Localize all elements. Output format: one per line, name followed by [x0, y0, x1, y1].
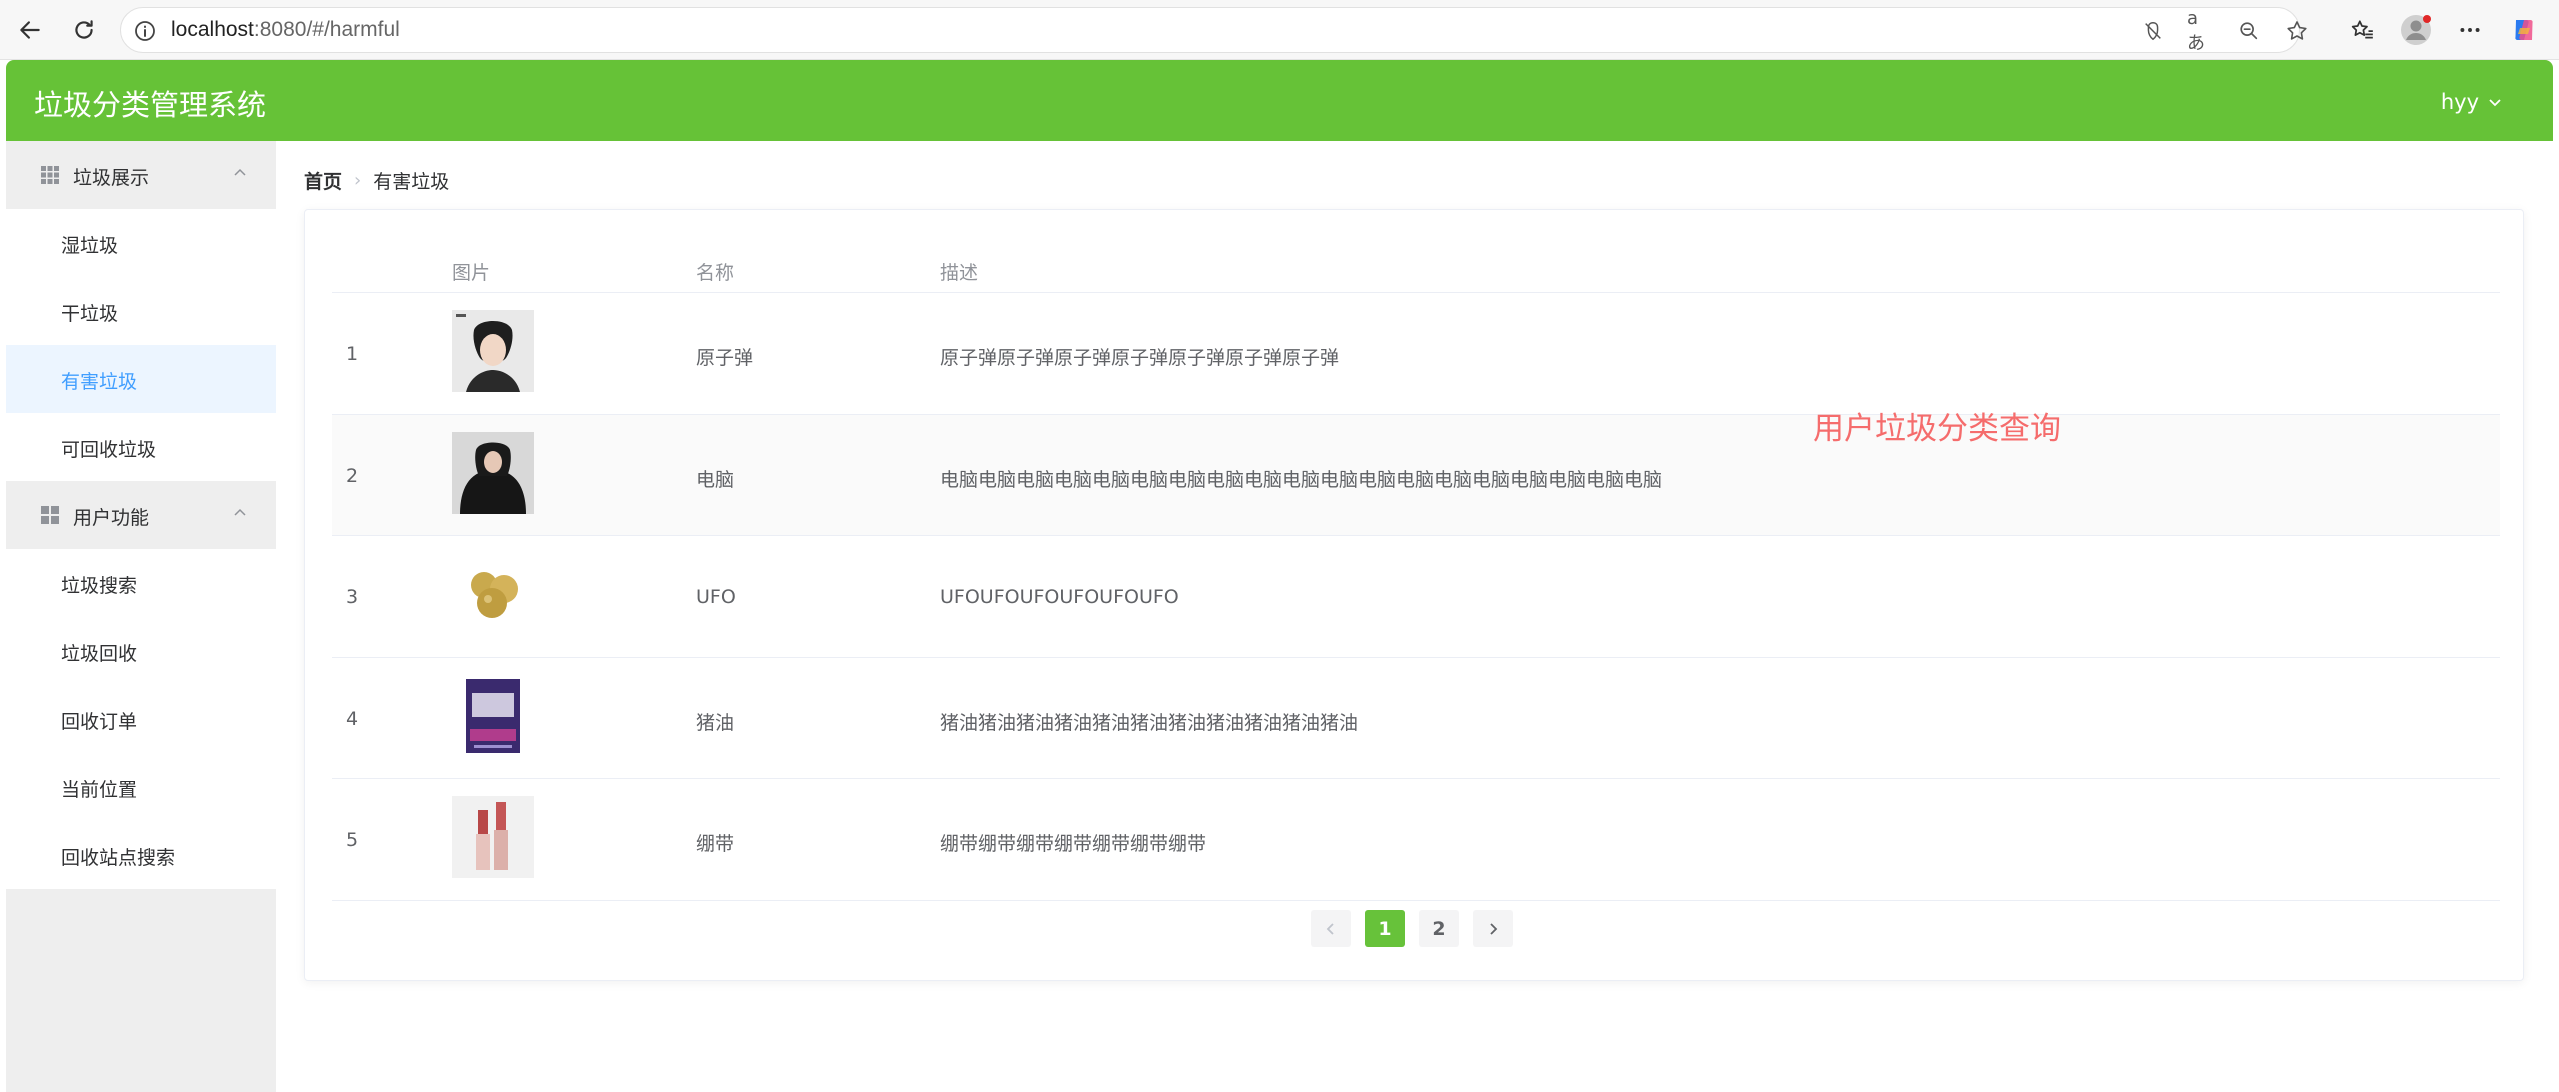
dashboard-icon — [41, 506, 59, 524]
row-index: 1 — [346, 343, 359, 365]
table-row[interactable]: 1 原子弹 原子弹原子弹原子弹原子弹原子弹原子弹原子弹 — [332, 293, 2500, 415]
favorites-icon[interactable] — [2342, 10, 2382, 50]
table-row[interactable]: 3 UFO UFOUFOUFOUFOUFOUFO — [332, 536, 2500, 658]
zoom-out-icon[interactable] — [2235, 17, 2263, 45]
sidebar-item-garbage-search[interactable]: 垃圾搜索 — [6, 549, 276, 617]
row-index: 5 — [346, 829, 359, 851]
row-index: 4 — [346, 707, 359, 730]
sidebar-item-label: 可回收垃圾 — [61, 439, 157, 461]
breadcrumb-separator-icon: › — [354, 170, 362, 191]
page-button-1[interactable]: 1 — [1365, 910, 1405, 947]
sidebar-item-station-search[interactable]: 回收站点搜索 — [6, 821, 276, 889]
table-row[interactable]: 5 绷带 绷带绷带绷带绷带绷带绷带绷带 — [332, 779, 2500, 901]
grid-menu-icon — [41, 166, 59, 184]
reload-icon — [75, 20, 93, 39]
table-header: 图片 名称 描述 — [332, 230, 2500, 293]
annotation-label: 用户垃圾分类查询 — [1813, 411, 2061, 447]
row-index: 3 — [346, 586, 359, 608]
portrait-thumbnail-image — [452, 310, 534, 392]
chevron-down-icon — [2489, 99, 2501, 107]
app-title: 垃圾分类管理系统 — [34, 88, 267, 122]
prev-page-button[interactable] — [1311, 910, 1351, 947]
breadcrumb: 首页 › 有害垃圾 — [304, 167, 449, 194]
sidebar-item-label: 垃圾搜索 — [61, 575, 138, 597]
row-name: 电脑 — [696, 468, 735, 491]
row-description: UFOUFOUFOUFOUFOUFO — [940, 586, 1179, 608]
sidebar-item-label: 当前位置 — [61, 779, 138, 801]
table-row[interactable]: 4 猪油 猪油猪油猪油猪油猪油猪油猪油猪油猪油猪油猪油 — [332, 658, 2500, 779]
read-aloud-icon[interactable]: aあ — [2187, 8, 2215, 54]
favorite-star-icon[interactable] — [2283, 17, 2311, 45]
chevron-up-icon — [234, 168, 246, 176]
sidebar: 垃圾展示 湿垃圾 干垃圾 有害垃圾 可回收垃圾 用户功能 垃圾搜索 垃圾回收 回… — [6, 141, 276, 1092]
row-name: 绷带 — [696, 833, 735, 855]
coat-portrait-thumbnail-image — [452, 431, 534, 514]
column-header-name: 名称 — [696, 262, 735, 284]
sidebar-item-current-location[interactable]: 当前位置 — [6, 753, 276, 821]
back-button[interactable] — [10, 10, 50, 50]
main-content: 首页 › 有害垃圾 图片 名称 描述 1 原子弹 原子弹原子弹原子弹原子弹原子弹… — [276, 141, 2553, 1092]
reload-button[interactable] — [64, 10, 104, 50]
sidebar-item-garbage-recycle[interactable]: 垃圾回收 — [6, 617, 276, 685]
menu-group-user-functions[interactable]: 用户功能 — [6, 481, 276, 549]
tracking-icon[interactable] — [2139, 17, 2167, 45]
sidebar-item-recycle-orders[interactable]: 回收订单 — [6, 685, 276, 753]
next-page-button[interactable] — [1473, 910, 1513, 947]
app-header: 垃圾分类管理系统 hyy — [6, 60, 2553, 141]
sidebar-item-recyclable-garbage[interactable]: 可回收垃圾 — [6, 413, 276, 481]
url-path: :8080/#/harmful — [253, 18, 400, 41]
row-description: 猪油猪油猪油猪油猪油猪油猪油猪油猪油猪油猪油 — [940, 711, 1359, 734]
copilot-icon[interactable] — [2504, 10, 2544, 50]
row-description: 绷带绷带绷带绷带绷带绷带绷带 — [940, 833, 1207, 855]
sidebar-item-label: 湿垃圾 — [61, 235, 119, 257]
book-cover-thumbnail-image — [452, 674, 534, 757]
table-card: 图片 名称 描述 1 原子弹 原子弹原子弹原子弹原子弹原子弹原子弹原子弹 2 电… — [304, 209, 2524, 981]
sidebar-item-label: 回收站点搜索 — [61, 847, 176, 869]
menu-group-label: 垃圾展示 — [73, 167, 150, 189]
garbage-table: 图片 名称 描述 1 原子弹 原子弹原子弹原子弹原子弹原子弹原子弹原子弹 2 电… — [332, 230, 2500, 901]
sidebar-item-label: 回收订单 — [61, 711, 138, 733]
row-name: 猪油 — [696, 711, 735, 734]
row-name: UFO — [696, 586, 736, 608]
chevron-left-icon — [1326, 922, 1334, 935]
menu-group-label: 用户功能 — [73, 507, 150, 529]
lipstick-thumbnail-image — [452, 796, 534, 878]
sidebar-item-label: 有害垃圾 — [61, 371, 138, 393]
sidebar-item-harmful-garbage[interactable]: 有害垃圾 — [6, 345, 276, 413]
table-row[interactable]: 2 电脑 电脑电脑电脑电脑电脑电脑电脑电脑电脑电脑电脑电脑电脑电脑电脑电脑电脑电… — [332, 414, 2500, 536]
sidebar-item-label: 垃圾回收 — [61, 643, 138, 665]
info-icon[interactable] — [133, 19, 157, 43]
sidebar-item-label: 干垃圾 — [61, 303, 119, 325]
sidebar-item-dry-garbage[interactable]: 干垃圾 — [6, 277, 276, 345]
row-description: 电脑电脑电脑电脑电脑电脑电脑电脑电脑电脑电脑电脑电脑电脑电脑电脑电脑电脑电脑 — [940, 468, 1663, 491]
sidebar-item-wet-garbage[interactable]: 湿垃圾 — [6, 209, 276, 277]
menu-group-garbage-display[interactable]: 垃圾展示 — [6, 141, 276, 209]
chevron-right-icon — [1490, 922, 1498, 935]
browser-toolbar: localhost:8080/#/harmful aあ — [0, 0, 2559, 60]
row-description: 原子弹原子弹原子弹原子弹原子弹原子弹原子弹 — [940, 347, 1340, 369]
address-bar[interactable]: localhost:8080/#/harmful aあ — [120, 7, 2307, 54]
profile-avatar-icon[interactable] — [2396, 10, 2436, 50]
url-text[interactable]: localhost:8080/#/harmful — [171, 18, 400, 42]
url-host: localhost — [171, 18, 254, 41]
row-name: 原子弹 — [696, 347, 754, 369]
page-button-2[interactable]: 2 — [1419, 910, 1459, 947]
column-header-image: 图片 — [452, 262, 491, 284]
username: hyy — [2440, 90, 2479, 114]
back-arrow-icon — [20, 21, 40, 39]
row-index: 2 — [346, 464, 359, 487]
pears-thumbnail-image — [452, 553, 534, 635]
user-dropdown[interactable]: hyy — [2441, 90, 2503, 114]
pagination: 1 2 — [305, 910, 2525, 950]
column-header-description: 描述 — [940, 262, 979, 284]
breadcrumb-current: 有害垃圾 — [373, 171, 450, 193]
breadcrumb-home[interactable]: 首页 — [304, 167, 342, 194]
chevron-up-icon — [234, 508, 246, 516]
more-options-icon[interactable] — [2450, 10, 2490, 50]
